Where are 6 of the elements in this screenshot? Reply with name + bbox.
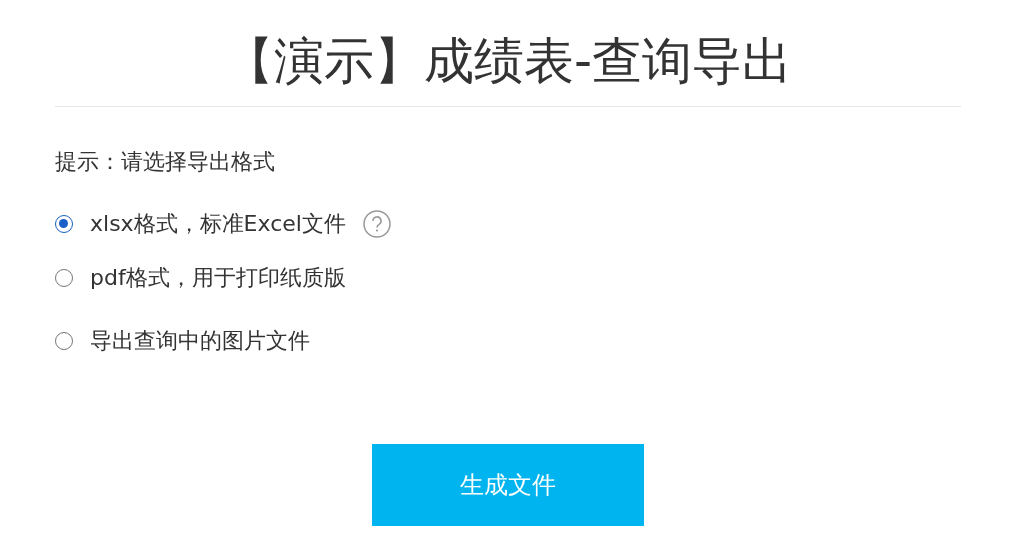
option-label[interactable]: 导出查询中的图片文件 bbox=[90, 326, 310, 356]
option-label[interactable]: pdf格式，用于打印纸质版 bbox=[90, 263, 346, 293]
hint-text: 提示：请选择导出格式 bbox=[55, 148, 275, 176]
help-icon[interactable] bbox=[361, 209, 392, 239]
page-title: 【演示】成绩表-查询导出 bbox=[222, 31, 793, 92]
option-label[interactable]: xlsx格式，标准Excel文件 bbox=[90, 209, 346, 239]
